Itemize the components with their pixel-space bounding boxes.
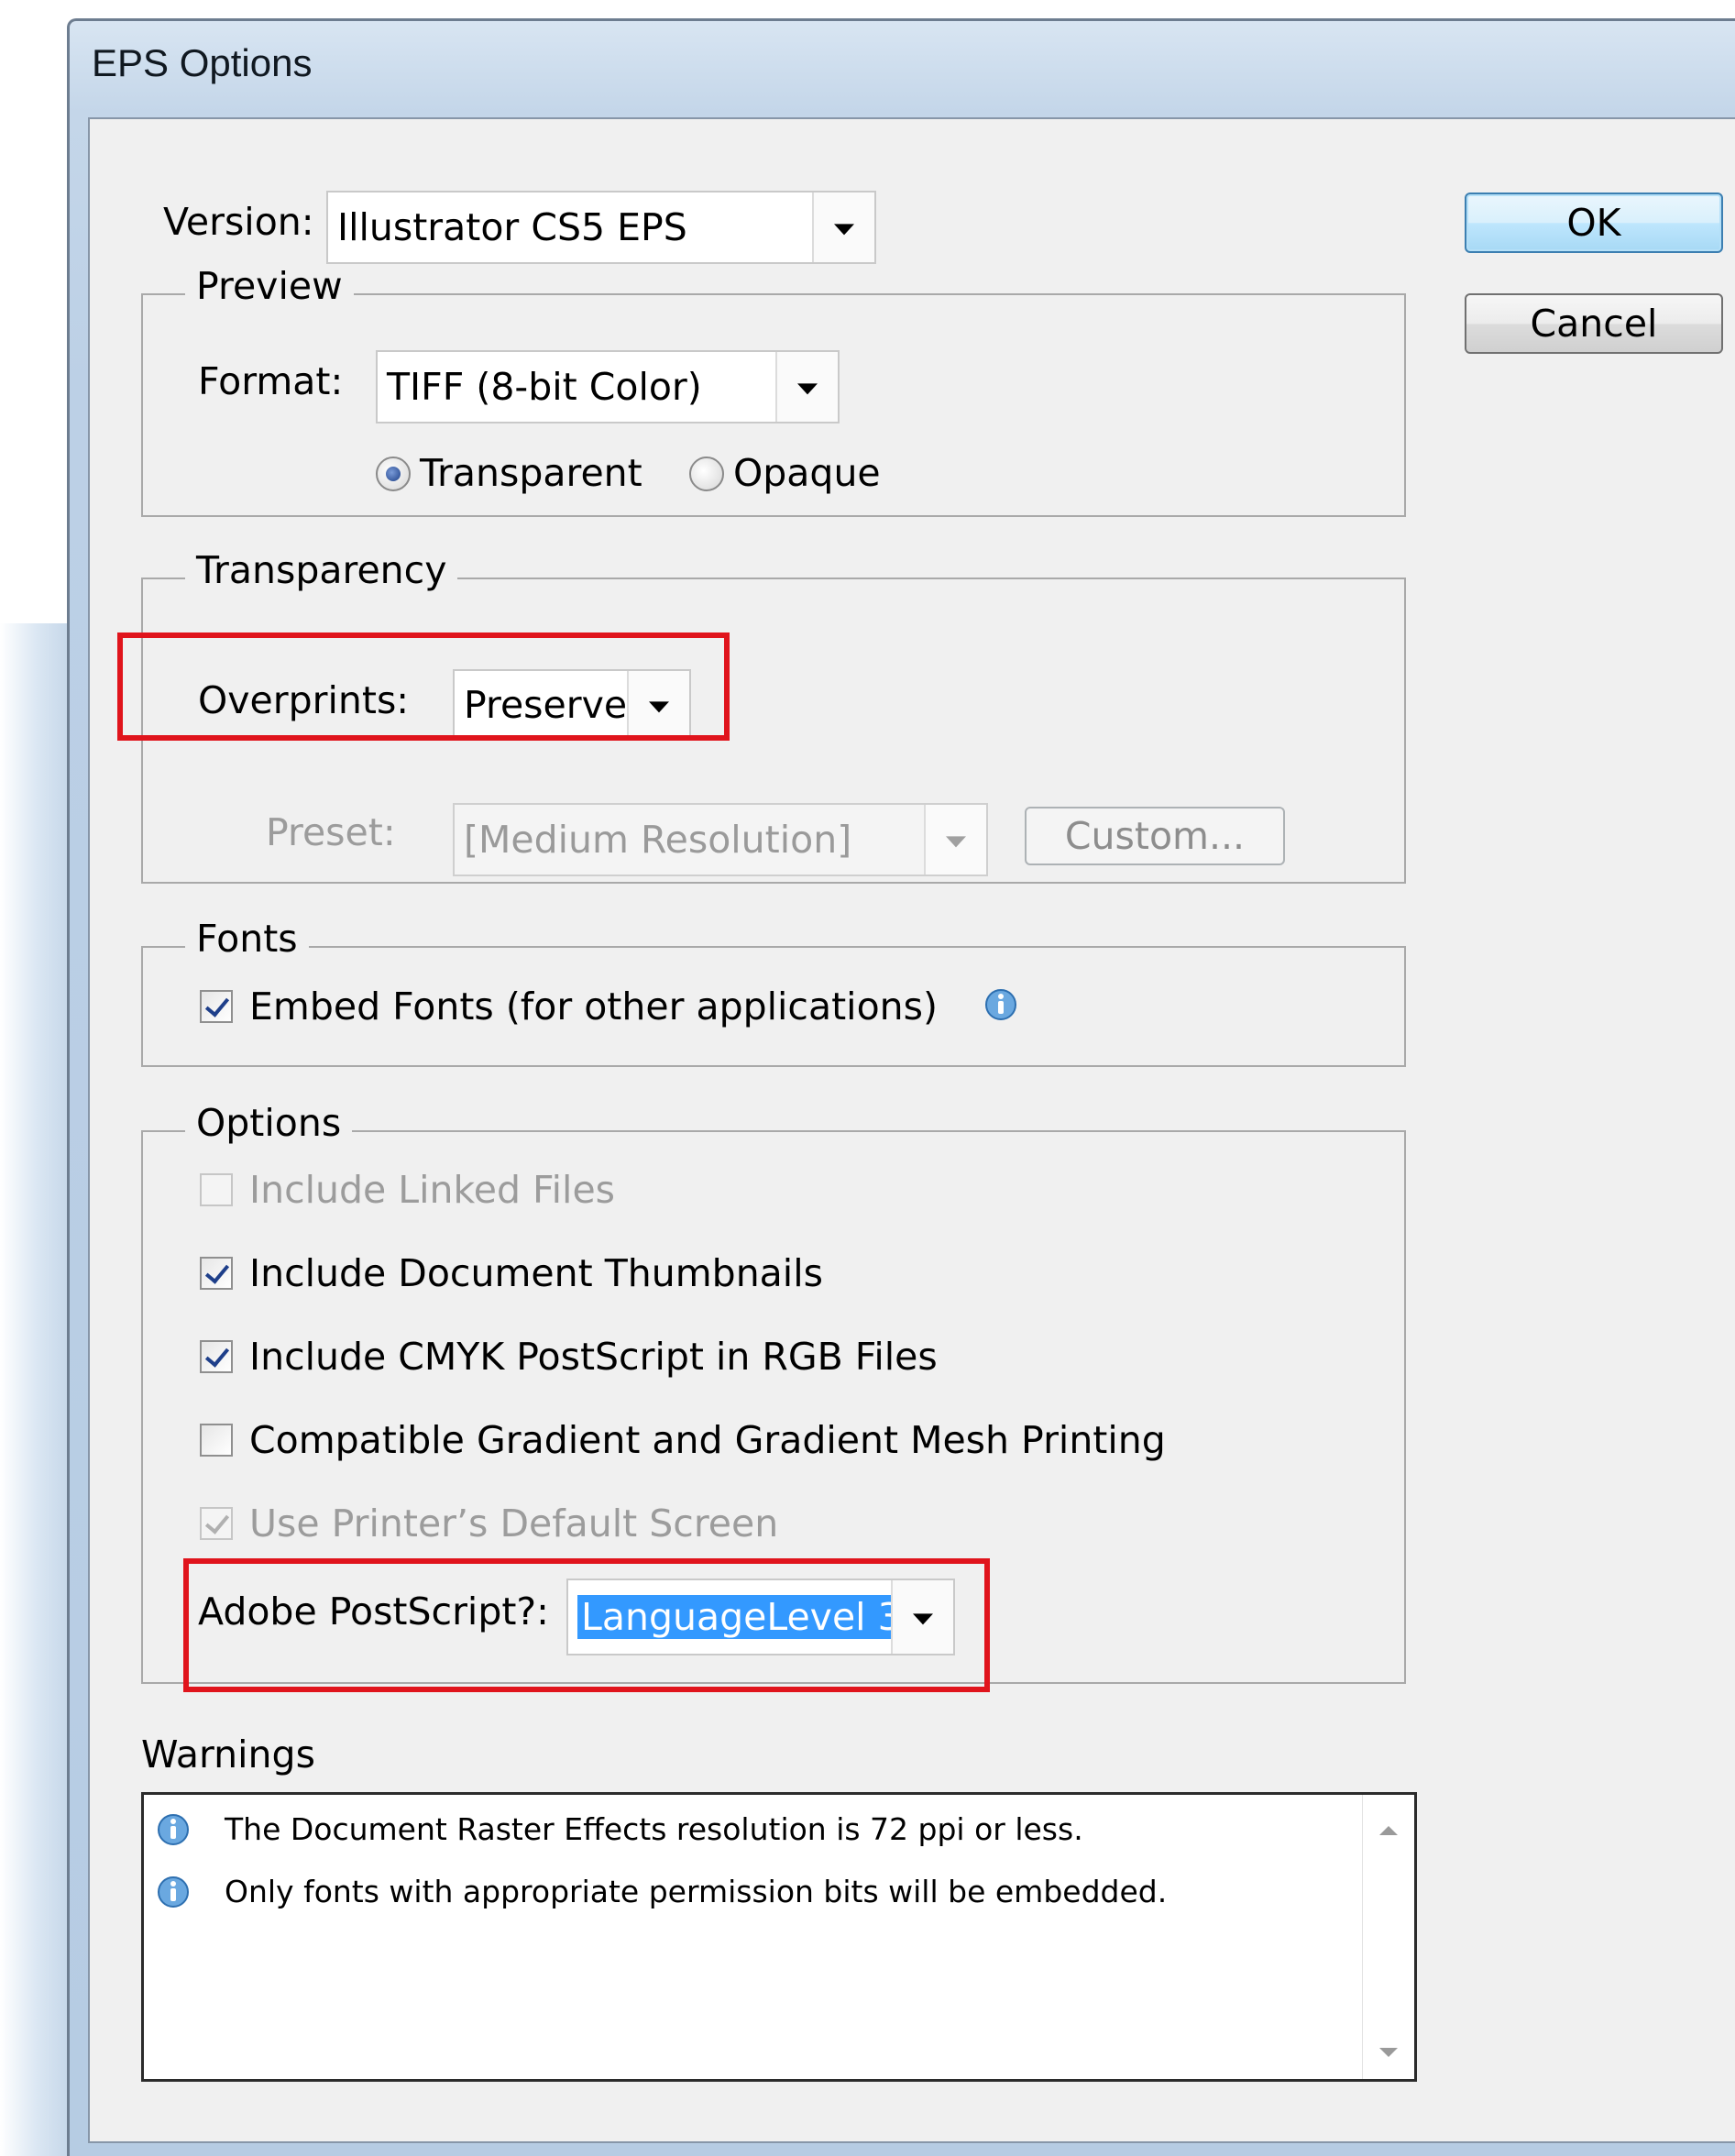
compatible-gradient-checkbox[interactable] — [200, 1424, 233, 1457]
warning-item: Only fonts with appropriate permission b… — [225, 1874, 1168, 1909]
overprints-highlight-box — [117, 632, 730, 741]
chevron-down-icon[interactable] — [812, 192, 874, 262]
include-linked-files-label: Include Linked Files — [249, 1168, 616, 1212]
warnings-scrollbar[interactable] — [1362, 1795, 1414, 2079]
include-thumbnails-checkbox[interactable] — [200, 1257, 233, 1290]
ok-button[interactable]: OK — [1465, 192, 1723, 253]
include-thumbnails-label[interactable]: Include Document Thumbnails — [249, 1251, 823, 1295]
opaque-radio-label[interactable]: Opaque — [733, 451, 881, 495]
format-label: Format: — [198, 359, 344, 403]
preset-select: [Medium Resolution] — [453, 803, 988, 876]
dialog-title: EPS Options — [92, 41, 313, 84]
preset-label: Preset: — [266, 810, 396, 854]
info-icon[interactable] — [983, 986, 1019, 1023]
format-select-value: TIFF (8-bit Color) — [387, 365, 702, 409]
format-select[interactable]: TIFF (8-bit Color) — [376, 350, 840, 424]
printer-default-screen-checkbox — [200, 1507, 233, 1540]
eps-options-dialog: EPS Options Version: Illustrator CS5 EPS… — [67, 18, 1735, 2156]
preset-select-value: [Medium Resolution] — [464, 818, 852, 862]
chevron-down-icon[interactable] — [775, 352, 838, 422]
fonts-group-title: Fonts — [185, 917, 309, 961]
warnings-list[interactable]: The Document Raster Effects resolution i… — [141, 1792, 1417, 2082]
transparent-radio[interactable] — [376, 456, 411, 491]
info-icon — [158, 1814, 189, 1845]
warnings-title: Warnings — [141, 1732, 315, 1776]
opaque-radio[interactable] — [689, 456, 724, 491]
custom-button: Custom... — [1025, 807, 1285, 865]
warning-item: The Document Raster Effects resolution i… — [225, 1811, 1083, 1847]
version-select-value: Illustrator CS5 EPS — [337, 205, 687, 249]
include-linked-files-checkbox — [200, 1173, 233, 1206]
version-label: Version: — [163, 200, 314, 244]
background-window-edge — [0, 623, 67, 2156]
dialog-client-area: Version: Illustrator CS5 EPS OK Cancel P… — [88, 117, 1735, 2143]
compatible-gradient-label[interactable]: Compatible Gradient and Gradient Mesh Pr… — [249, 1418, 1166, 1462]
cancel-button[interactable]: Cancel — [1465, 293, 1723, 354]
transparent-radio-label[interactable]: Transparent — [420, 451, 642, 495]
embed-fonts-label[interactable]: Embed Fonts (for other applications) — [249, 984, 938, 1028]
scroll-down-icon[interactable] — [1379, 2048, 1398, 2057]
preview-group-title: Preview — [185, 264, 354, 308]
include-cmyk-label[interactable]: Include CMYK PostScript in RGB Files — [249, 1335, 938, 1379]
printer-default-screen-label: Use Printer’s Default Screen — [249, 1502, 779, 1546]
include-cmyk-checkbox[interactable] — [200, 1340, 233, 1373]
background — [0, 0, 67, 623]
scroll-up-icon[interactable] — [1379, 1826, 1398, 1835]
chevron-down-icon — [924, 805, 986, 874]
transparency-group-title: Transparency — [185, 548, 458, 592]
options-group-title: Options — [185, 1101, 353, 1145]
embed-fonts-checkbox[interactable] — [200, 990, 233, 1023]
info-icon — [158, 1876, 189, 1908]
postscript-highlight-box — [183, 1558, 990, 1692]
version-select[interactable]: Illustrator CS5 EPS — [326, 191, 876, 264]
